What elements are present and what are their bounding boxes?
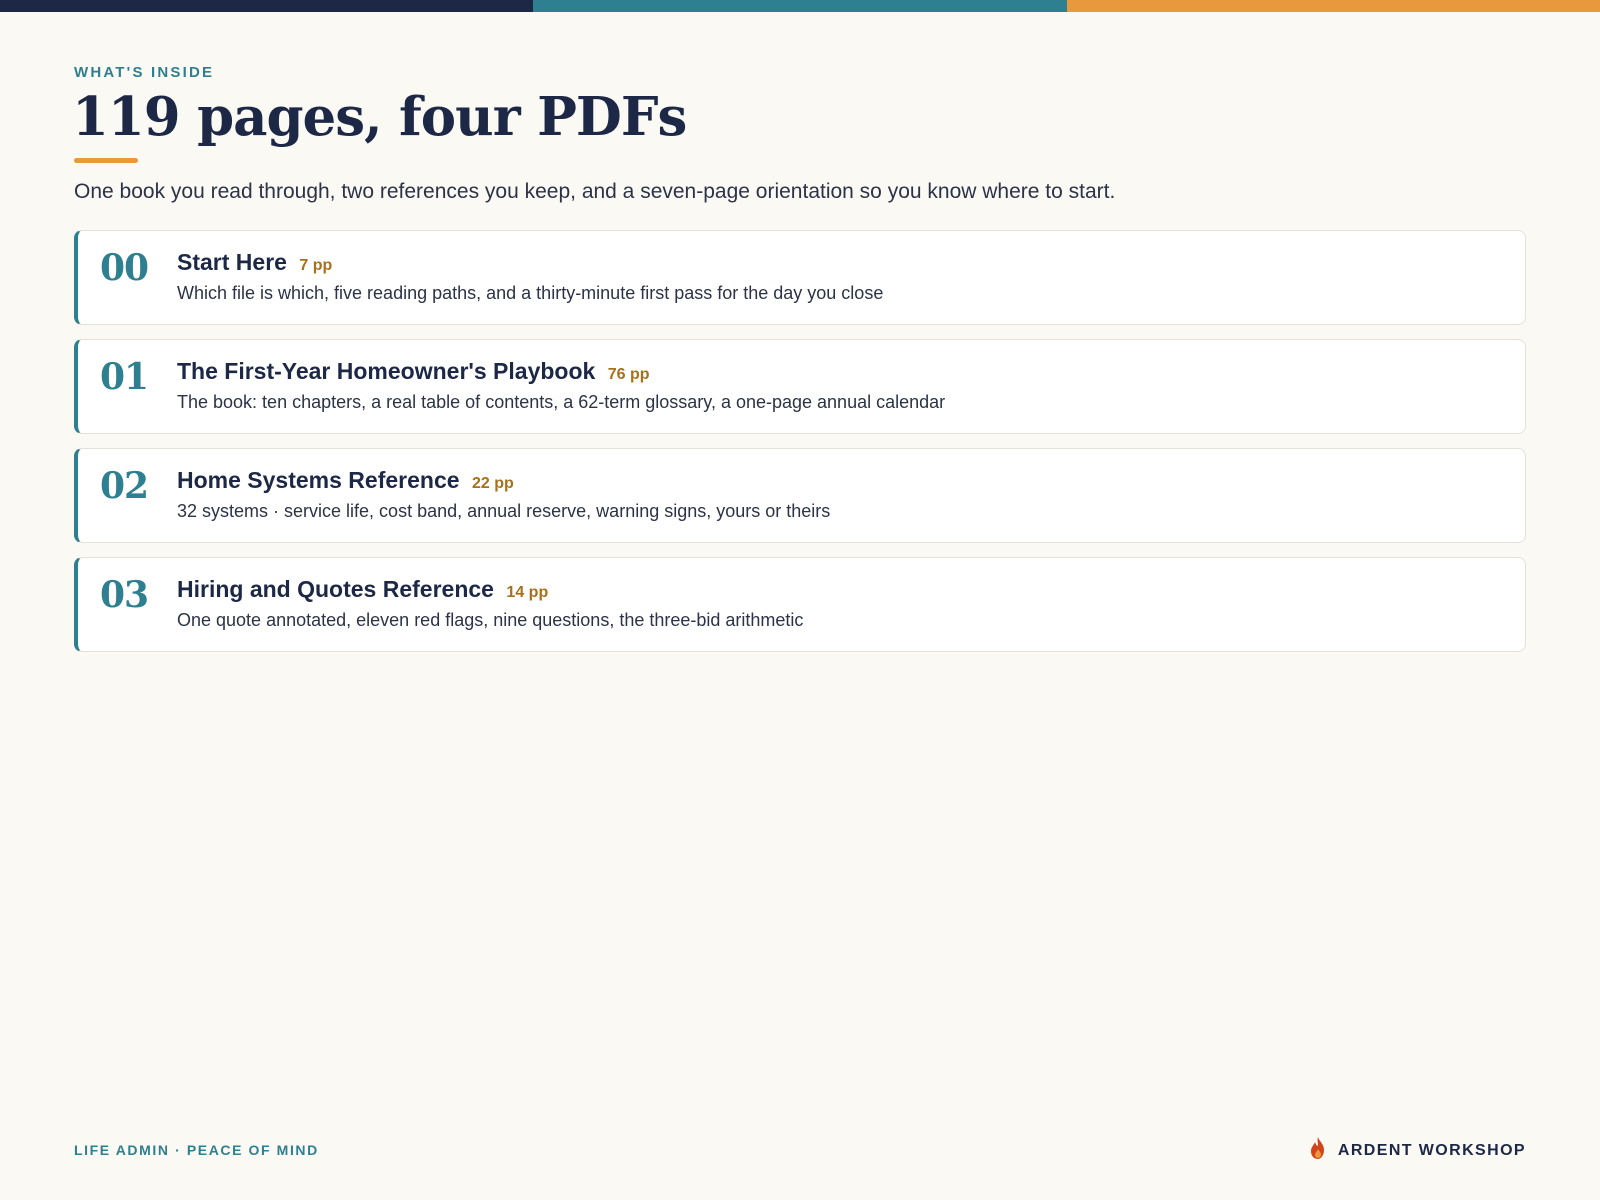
file-card-playbook: 01 The First-Year Homeowner's Playbook 7… bbox=[74, 339, 1526, 434]
top-bar-orange-segment bbox=[1066, 0, 1600, 12]
page-title: 119 pages, four PDFs bbox=[72, 86, 687, 148]
file-description: 32 systems · service life, cost band, an… bbox=[177, 501, 831, 521]
brand-name: ARDENT WORKSHOP bbox=[1337, 1141, 1526, 1159]
file-heading: Hiring and Quotes Reference 14 pp bbox=[177, 576, 548, 603]
top-bar-navy-segment bbox=[0, 0, 534, 12]
file-heading: The First-Year Homeowner's Playbook 76 p… bbox=[177, 358, 650, 385]
file-heading: Home Systems Reference 22 pp bbox=[177, 467, 514, 494]
top-color-bar bbox=[0, 0, 1600, 12]
file-number: 03 bbox=[100, 574, 149, 616]
footer-tagline: LIFE ADMIN · PEACE OF MIND bbox=[74, 1142, 319, 1158]
file-card-home-systems: 02 Home Systems Reference 22 pp 32 syste… bbox=[74, 448, 1526, 543]
file-page-count: 76 pp bbox=[607, 366, 650, 383]
file-heading: Start Here 7 pp bbox=[177, 249, 332, 276]
file-title: Home Systems Reference bbox=[177, 467, 460, 493]
file-number: 02 bbox=[100, 465, 149, 507]
file-description: The book: ten chapters, a real table of … bbox=[177, 392, 946, 412]
file-card-hiring-quotes: 03 Hiring and Quotes Reference 14 pp One… bbox=[74, 557, 1526, 652]
top-bar-teal-segment bbox=[533, 0, 1067, 12]
file-list: 00 Start Here 7 pp Which file is which, … bbox=[74, 230, 1526, 666]
file-title: Start Here bbox=[177, 249, 287, 275]
file-card-start-here: 00 Start Here 7 pp Which file is which, … bbox=[74, 230, 1526, 325]
file-description: One quote annotated, eleven red flags, n… bbox=[177, 610, 804, 630]
file-number: 01 bbox=[100, 356, 149, 398]
file-page-count: 14 pp bbox=[506, 584, 549, 601]
file-page-count: 7 pp bbox=[299, 257, 333, 274]
file-page-count: 22 pp bbox=[471, 475, 514, 492]
file-description: Which file is which, five reading paths,… bbox=[177, 283, 884, 303]
file-number: 00 bbox=[100, 247, 149, 289]
flame-icon bbox=[1308, 1136, 1328, 1165]
intro-text: One book you read through, two reference… bbox=[74, 180, 1116, 203]
title-underline bbox=[74, 158, 138, 163]
footer-brand: ARDENT WORKSHOP bbox=[1308, 1136, 1526, 1165]
file-title: Hiring and Quotes Reference bbox=[177, 576, 494, 602]
file-title: The First-Year Homeowner's Playbook bbox=[177, 358, 596, 384]
eyebrow-label: WHAT'S INSIDE bbox=[74, 64, 215, 81]
